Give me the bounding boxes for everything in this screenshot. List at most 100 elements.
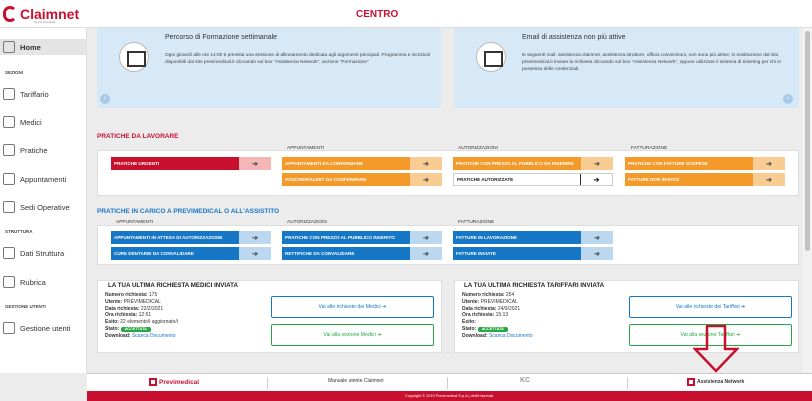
prezzo-da-inserire-button[interactable]: PRATICHE CON PREZZO AL PUBBLICO DA INSER… <box>453 157 613 170</box>
sidebar-item-label: Sedi Operative <box>20 202 70 212</box>
previmedical-logo-icon <box>687 378 695 386</box>
arrow-right-icon: ➔ <box>239 247 271 260</box>
richieste-tariffari-button[interactable]: Vai alle richieste dei Tariffari ➔ <box>629 296 792 318</box>
button-label: FATTURE NON INVIATE <box>625 173 753 186</box>
manuale-utente-link[interactable]: Manuale utente Claimnet <box>328 378 384 384</box>
scrollbar[interactable] <box>803 28 812 373</box>
sidebar-item-tariffario[interactable]: Tariffario <box>0 86 87 102</box>
ora-richiesta: 15:13 <box>495 312 509 319</box>
button-label: VOUCHER/ALERT DA CONFERMARE <box>282 173 410 186</box>
claimnet-logo-icon <box>3 6 17 22</box>
banner-email-assistenza: Email di assistenza non più attive le se… <box>454 28 799 108</box>
page-title: CENTRO <box>356 9 399 20</box>
carousel-next-icon[interactable]: › <box>783 94 793 104</box>
fatture-non-inviate-button[interactable]: FATTURE NON INVIATE ➔ <box>625 173 785 186</box>
utente: PREVIMEDICAL <box>123 298 161 305</box>
sidebar-item-appuntamenti[interactable]: Appuntamenti <box>0 171 87 187</box>
richieste-medici-button[interactable]: Vai alle richieste dei Medici ➔ <box>271 296 434 318</box>
richiesta-medici-title: LA TUA ULTIMA RICHIESTA MEDICI INVIATA <box>108 282 238 289</box>
assistenza-network-link[interactable]: Assistenza Network <box>687 378 744 386</box>
sidebar-item-rubrica[interactable]: Rubrica <box>0 274 87 290</box>
scrollbar-thumb[interactable] <box>805 31 810 251</box>
scarica-documento-link[interactable]: Scarica Documento <box>489 333 533 339</box>
data-richiesta: 24/9/2021 <box>497 305 521 312</box>
arrow-right-icon: ➔ <box>581 231 613 244</box>
arrow-right-icon: ➔ <box>239 157 271 170</box>
kc-logo-link[interactable]: KC <box>520 377 530 384</box>
sidebar-item-label: Gestione utenti <box>20 323 71 333</box>
arrow-right-icon: ➔ <box>410 231 442 244</box>
scarica-documento-link[interactable]: Scarica Documento <box>132 333 176 339</box>
sidebar-item-label: Dati Struttura <box>20 248 65 258</box>
button-label: FATTURE IN LAVORAZIONE <box>453 231 581 244</box>
copyright-bar: Copyright © 2019 Previmedical S.p.A | di… <box>87 391 812 401</box>
status-badge: ACCETTATA <box>120 326 151 332</box>
button-label: PRATICHE AUTORIZZATE <box>457 177 514 182</box>
footer-divider <box>627 377 628 389</box>
status-badge: ACCETTATA <box>477 326 508 332</box>
arrow-right-icon: ➔ <box>410 173 442 186</box>
arrow-right-icon: ➔ <box>410 157 442 170</box>
richiesta-tariffari-title: LA TUA ULTIMA RICHIESTA TARIFFARI INVIAT… <box>464 282 605 289</box>
numero-richiesta: 254 <box>505 292 515 298</box>
sidebar-item-label: Tariffario <box>20 89 49 99</box>
fatture-lavorazione-button[interactable]: FATTURE IN LAVORAZIONE ➔ <box>453 231 613 244</box>
sezione-medici-button[interactable]: Vai alla sezione Medici ➔ <box>271 324 434 346</box>
button-label: FATTURE INVIATE <box>453 247 581 260</box>
voucher-alert-button[interactable]: VOUCHER/ALERT DA CONFERMARE ➔ <box>282 173 442 186</box>
sidebar-item-label: Medici <box>20 117 42 127</box>
sidebar-item-label: Pratiche <box>20 145 48 155</box>
sidebar-item-medici[interactable]: Medici <box>0 114 87 130</box>
pratiche-icon <box>3 144 15 156</box>
banner-text: le seguenti mail: assistenza.claimnet, a… <box>522 53 782 72</box>
sidebar-section-struttura: STRUTTURA <box>5 229 33 234</box>
section-title-lavorare: PRATICHE DA LAVORARE <box>97 133 179 140</box>
arrow-right-icon: ➔ <box>410 247 442 260</box>
sidebar-item-label: Appuntamenti <box>20 174 67 184</box>
button-label: APPUNTAMENTI IN ATTESA DI AUTORIZZAZIONE <box>111 231 239 244</box>
previmedical-link[interactable]: Previmedical <box>149 378 199 386</box>
sidebar: Home SEZIONI Tariffario Medici Pratiche … <box>0 28 87 373</box>
arrow-right-icon: ➔ <box>239 231 271 244</box>
monitor-icon <box>476 42 506 72</box>
button-label: APPUNTAMENTI DA CONFERMARE <box>282 157 410 170</box>
sidebar-item-label: Rubrica <box>20 277 46 287</box>
sidebar-section-gestione-utenti: GESTIONE UTENTI <box>5 304 46 309</box>
tariffario-icon <box>3 88 15 100</box>
appuntamenti-da-confermare-button[interactable]: APPUNTAMENTI DA CONFERMARE ➔ <box>282 157 442 170</box>
button-label: PRATICHE CON FATTURE SOSPESE <box>625 157 753 170</box>
rettifiche-button[interactable]: RETTIFICHE DA CONVALIDARE ➔ <box>282 247 442 260</box>
sidebar-item-sedi-operative[interactable]: Sedi Operative <box>0 199 87 215</box>
sidebar-item-dati-struttura[interactable]: Dati Struttura <box>0 245 87 261</box>
rubrica-icon <box>3 276 15 288</box>
monitor-icon <box>119 42 149 72</box>
col-head-fatturazione: FATTURAZIONE <box>631 146 668 151</box>
col-head-appuntamenti: APPUNTAMENTI <box>287 146 325 151</box>
button-label: CURE DENTARIE DA CONVALIDARE <box>111 247 239 260</box>
sidebar-section-sezioni: SEZIONI <box>5 70 24 75</box>
logo-subtitle: by Previmedical <box>34 20 56 24</box>
richiesta-medici-info: Numero richiesta: 175 Utente: PREVIMEDIC… <box>105 292 178 339</box>
ora-richiesta: 12:51 <box>138 312 152 319</box>
button-label: RETTIFICHE DA CONVALIDARE <box>282 247 410 260</box>
esito: 22 elemento/i aggiornato/i <box>120 319 178 326</box>
arrow-right-icon: ➔ <box>753 157 785 170</box>
richiesta-tariffari-info: Numero richiesta: 254 Utente: PREVIMEDIC… <box>462 292 533 339</box>
sidebar-item-gestione-utenti[interactable]: Gestione utenti <box>0 320 87 336</box>
banner-formazione: Percorso di Formazione settimanale Ogni … <box>97 28 441 108</box>
col-head-autorizzazioni: AUTORIZZAZIONI <box>287 220 327 225</box>
fatture-sospese-button[interactable]: PRATICHE CON FATTURE SOSPESE ➔ <box>625 157 785 170</box>
sidebar-item-pratiche[interactable]: Pratiche <box>0 142 87 158</box>
appuntamenti-icon <box>3 173 15 185</box>
carousel-prev-icon[interactable]: ‹ <box>100 94 110 104</box>
pratiche-autorizzate-button[interactable]: PRATICHE AUTORIZZATE ➔ <box>453 173 613 186</box>
col-head-autorizzazioni: AUTORIZZAZIONI <box>458 146 498 151</box>
fatture-inviate-button[interactable]: FATTURE INVIATE ➔ <box>453 247 613 260</box>
appuntamenti-attesa-button[interactable]: APPUNTAMENTI IN ATTESA DI AUTORIZZAZIONE… <box>111 231 271 244</box>
banner-text: Ogni giovedì alle ore 14:00 è prevista u… <box>165 53 431 65</box>
prezzo-inserito-button[interactable]: PRATICHE CON PREZZO AL PUBBLICO INSERITO… <box>282 231 442 244</box>
pratiche-urgenti-button[interactable]: PRATICHE URGENTI ➔ <box>111 157 271 170</box>
button-label: PRATICHE CON PREZZO AL PUBBLICO INSERITO <box>282 231 410 244</box>
sidebar-item-home[interactable]: Home <box>0 39 87 55</box>
cure-dentarie-button[interactable]: CURE DENTARIE DA CONVALIDARE ➔ <box>111 247 271 260</box>
